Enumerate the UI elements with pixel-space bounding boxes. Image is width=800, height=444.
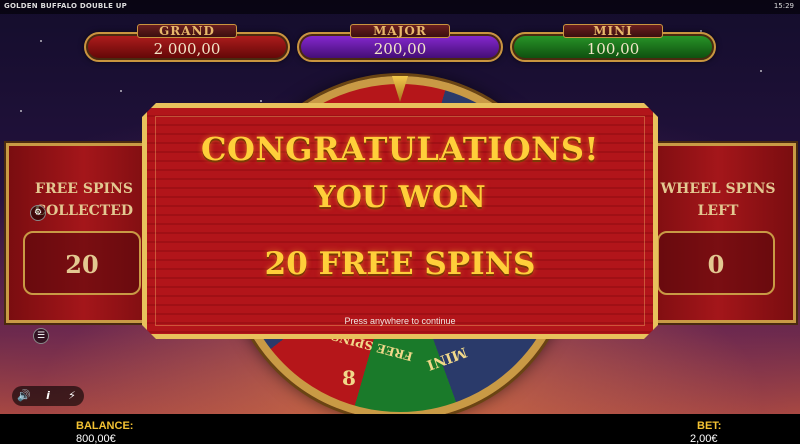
history-icon[interactable]: ☰ bbox=[33, 328, 49, 344]
game-stage[interactable]: GOLDEN BUFFALO DOUBLE UP 15:29 GRAND 2 0… bbox=[0, 0, 800, 444]
jackpot-name: MAJOR bbox=[350, 24, 450, 38]
panel-value: 20 bbox=[65, 250, 99, 279]
jackpot-name: MINI bbox=[563, 24, 663, 38]
win-popup[interactable]: CONGRATULATIONS! YOU WON 20 FREE SPINS P… bbox=[142, 103, 658, 339]
free-spins-collected-panel: FREE SPINS COLLECTED 20 bbox=[6, 143, 162, 323]
jackpot-mini: MINI 100,00 bbox=[510, 24, 716, 66]
panel-value-box: 20 bbox=[23, 231, 141, 295]
jackpot-value: 2 000,00 bbox=[153, 40, 221, 58]
settings-icon[interactable]: ⚙ bbox=[30, 205, 46, 221]
jackpot-grand: GRAND 2 000,00 bbox=[84, 24, 290, 66]
popup-prize: 20 FREE SPINS bbox=[264, 246, 536, 282]
popup-title: CONGRATULATIONS! bbox=[201, 130, 599, 168]
control-bar: 🔊 i ⚡ bbox=[12, 386, 84, 406]
bet-value[interactable]: 2,00€ bbox=[690, 433, 718, 444]
panel-label: WHEEL SPINS LEFT bbox=[643, 178, 793, 222]
panel-label-line: LEFT bbox=[697, 203, 739, 219]
star bbox=[260, 100, 262, 102]
popup-subtitle: YOU WON bbox=[314, 180, 486, 215]
panel-label-line: WHEEL SPINS bbox=[660, 181, 776, 197]
top-bar: GOLDEN BUFFALO DOUBLE UP 15:29 bbox=[0, 0, 800, 14]
star bbox=[120, 90, 122, 92]
balance-label: BALANCE: bbox=[76, 420, 134, 432]
bottom-bar: BALANCE: 800,00€ BET: 2,00€ bbox=[0, 414, 800, 444]
balance-value: 800,00€ bbox=[76, 433, 116, 444]
jackpot-value: 100,00 bbox=[586, 40, 640, 58]
bet-label: BET: bbox=[697, 420, 722, 432]
star bbox=[20, 110, 22, 112]
info-icon[interactable]: i bbox=[40, 388, 56, 404]
jackpot-major: MAJOR 200,00 bbox=[297, 24, 503, 66]
star bbox=[760, 70, 762, 72]
panel-value: 0 bbox=[707, 250, 725, 279]
wheel-spins-left-panel: WHEEL SPINS LEFT 0 bbox=[640, 143, 796, 323]
continue-hint: Press anywhere to continue bbox=[344, 316, 456, 326]
game-title: GOLDEN BUFFALO DOUBLE UP bbox=[4, 2, 127, 10]
clock: 15:29 bbox=[773, 2, 794, 10]
jackpot-name: GRAND bbox=[137, 24, 237, 38]
panel-label-line: FREE SPINS bbox=[35, 181, 133, 197]
jackpot-value: 200,00 bbox=[373, 40, 427, 58]
star bbox=[40, 40, 42, 42]
speaker-icon[interactable]: 🔊 bbox=[16, 388, 32, 404]
lightning-icon[interactable]: ⚡ bbox=[64, 388, 80, 404]
panel-value-box: 0 bbox=[657, 231, 775, 295]
wheel-segment-number: 8 bbox=[342, 366, 356, 390]
